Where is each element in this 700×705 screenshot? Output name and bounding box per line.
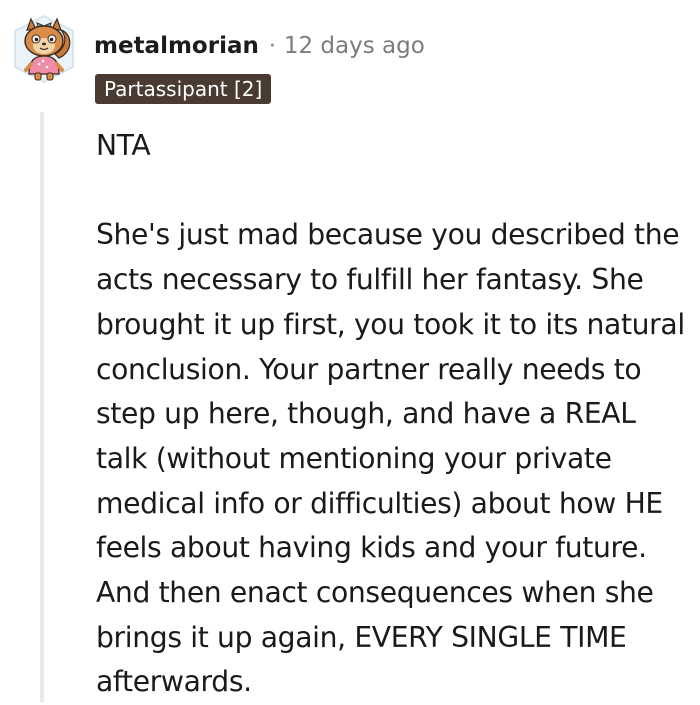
comment-timestamp[interactable]: 12 days ago <box>284 33 425 59</box>
comment-paragraph-verdict: NTA <box>96 129 151 162</box>
thread-collapse-line[interactable] <box>40 112 44 702</box>
comment-meta: metalmorian · 12 days ago <box>94 29 425 63</box>
username-link[interactable]: metalmorian <box>94 33 259 59</box>
user-flair-badge: Partassipant [2] <box>95 74 272 104</box>
comment-paragraph-body: She's just mad because you described the… <box>96 218 685 699</box>
comment-body: NTA She's just mad because you described… <box>96 124 692 705</box>
user-avatar[interactable] <box>9 14 79 84</box>
comment: metalmorian · 12 days ago Partassipant [… <box>0 0 700 702</box>
squirrel-avatar-icon <box>14 15 74 83</box>
meta-separator: · <box>268 33 276 59</box>
